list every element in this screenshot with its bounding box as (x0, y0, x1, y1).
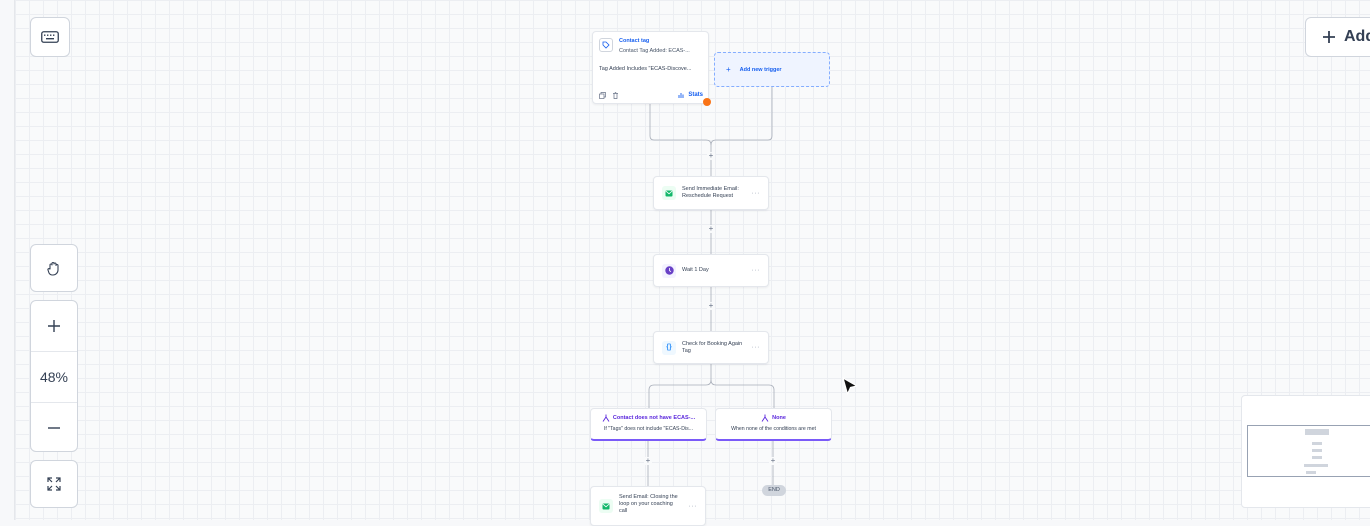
branch-description: When none of the conditions are met (731, 426, 816, 432)
fit-view-button[interactable] (30, 460, 78, 508)
pan-tool-button[interactable] (30, 244, 78, 292)
mouse-cursor-icon (842, 377, 858, 395)
more-options-button[interactable]: ··· (689, 503, 698, 510)
stats-button[interactable]: Stats (678, 92, 703, 98)
stats-label: Stats (688, 92, 703, 98)
branch-description: If "Tags" does not include "ECAS-Dis... (603, 426, 694, 432)
end-marker: END (762, 485, 786, 496)
hand-icon (47, 261, 59, 276)
add-step-button[interactable]: + (707, 302, 715, 310)
step-title: Send Immediate Email: (682, 186, 739, 192)
warning-badge (703, 98, 711, 106)
zoom-controls: 48% (30, 300, 78, 452)
more-options-button[interactable]: ··· (752, 267, 761, 274)
step-title: Send Email: Closing the (619, 493, 678, 500)
email-icon (662, 186, 676, 200)
add-new-trigger-button[interactable]: + Add new trigger (714, 52, 830, 87)
branch-icon (602, 414, 610, 422)
branch-card[interactable]: None When none of the conditions are met (715, 408, 832, 441)
add-step-button[interactable]: + (644, 457, 652, 465)
code-braces-icon: {} (662, 340, 676, 355)
send-email-step[interactable]: Send Email: Closing the loop on your coac… (590, 486, 706, 526)
zoom-in-button[interactable] (31, 301, 77, 351)
plus-icon (1323, 31, 1335, 43)
email-icon (599, 499, 613, 513)
copy-icon[interactable] (599, 91, 606, 99)
keyboard-icon (41, 31, 59, 43)
trash-icon[interactable] (612, 91, 619, 99)
plus-icon: + (726, 65, 731, 74)
step-subtitle: Tag (682, 347, 691, 354)
send-email-step[interactable]: Send Immediate Email: Reschedule Request … (653, 176, 769, 210)
add-step-button[interactable]: + (769, 457, 777, 465)
branch-title: None (772, 415, 786, 421)
step-subtitle: Reschedule Request (682, 193, 734, 199)
trigger-footer: Stats (599, 90, 703, 100)
trigger-title: Contact tag (619, 38, 650, 44)
zoom-level: 48% (31, 351, 77, 402)
condition-step[interactable]: {} Check for Booking Again Tag ··· (653, 331, 769, 364)
wait-step[interactable]: Wait 1 Day ··· (653, 254, 769, 287)
tag-icon (599, 38, 613, 52)
more-options-button[interactable]: ··· (752, 190, 761, 197)
step-subtitle: loop on your coaching (619, 500, 673, 507)
keyboard-shortcuts-button[interactable] (30, 17, 70, 57)
trigger-description: Tag Added Includes "ECAS-Discove... (599, 66, 692, 72)
branch-title: Contact does not have ECAS-... (612, 415, 696, 421)
add-step-button[interactable]: + (707, 225, 715, 233)
step-title: Wait 1 Day (682, 267, 709, 273)
trigger-card[interactable]: Contact tag Contact Tag Added: ECAS-... … (592, 31, 709, 104)
minus-icon (48, 427, 60, 429)
zoom-out-button[interactable] (31, 402, 77, 453)
clock-icon (662, 263, 676, 278)
add-button-label: Add (1344, 28, 1370, 45)
step-subtitle: call (619, 507, 628, 514)
add-button[interactable]: Add (1305, 17, 1370, 57)
zoom-level-label: 48% (39, 369, 69, 385)
minimap[interactable] (1241, 395, 1370, 508)
plus-icon (48, 320, 60, 332)
expand-icon (47, 477, 61, 491)
branch-icon (761, 414, 769, 422)
add-trigger-label: Add new trigger (739, 66, 782, 73)
more-options-button[interactable]: ··· (752, 344, 761, 351)
add-step-button[interactable]: + (707, 152, 715, 160)
trigger-subtitle: Contact Tag Added: ECAS-... (619, 48, 690, 54)
step-title: Check for Booking Again (682, 340, 743, 347)
chart-icon (678, 93, 684, 98)
branch-card[interactable]: Contact does not have ECAS-... If "Tags"… (590, 408, 707, 441)
